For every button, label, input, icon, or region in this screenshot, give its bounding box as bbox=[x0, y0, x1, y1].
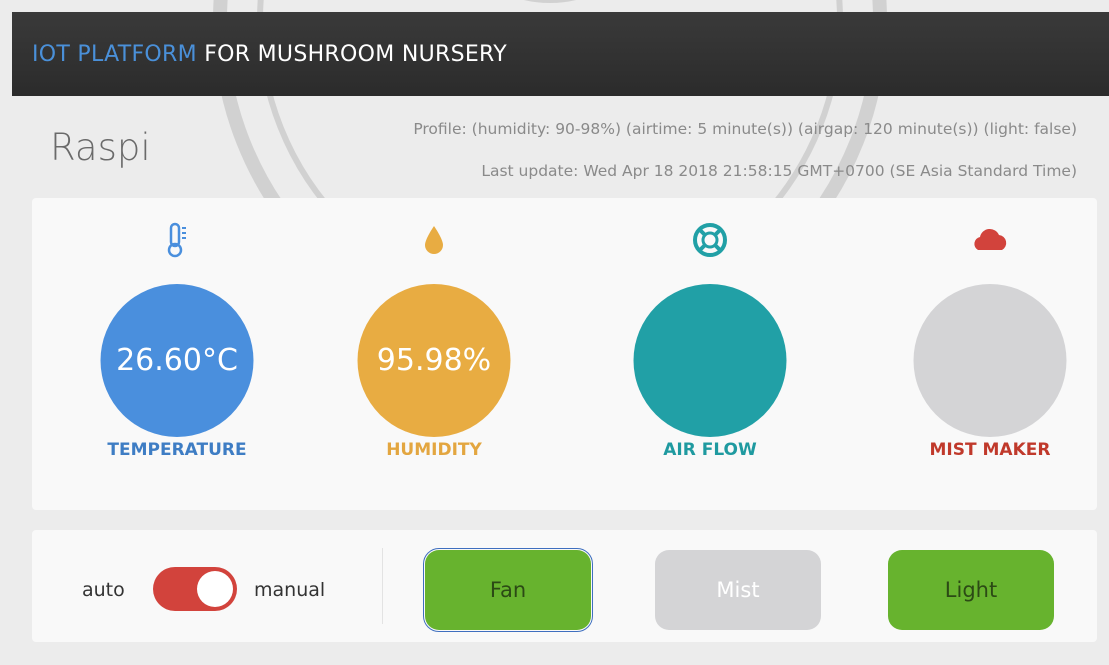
sensor-mist-maker: MIST MAKER bbox=[870, 198, 1109, 510]
mode-manual-label: manual bbox=[254, 579, 326, 601]
device-name: Raspi bbox=[50, 126, 151, 169]
airflow-gauge bbox=[633, 284, 787, 437]
last-update: Last update: Wed Apr 18 2018 21:58:15 GM… bbox=[481, 162, 1077, 180]
mist-maker-label: MIST MAKER bbox=[929, 440, 1051, 460]
life-ring-icon bbox=[693, 223, 727, 257]
light-button[interactable]: Light bbox=[888, 550, 1054, 630]
divider bbox=[382, 548, 383, 624]
fan-button[interactable]: Fan bbox=[423, 548, 593, 632]
app-title-accent: IOT PLATFORM bbox=[32, 41, 197, 67]
temperature-gauge: 26.60°C bbox=[100, 284, 254, 437]
mist-button[interactable]: Mist bbox=[655, 550, 821, 630]
temperature-label: TEMPERATURE bbox=[107, 440, 247, 460]
control-panel: auto manual Fan Mist Light bbox=[32, 530, 1097, 642]
sensor-panel: 26.60°C TEMPERATURE 95.98% HUMIDITY AIR … bbox=[32, 198, 1097, 510]
profile-info: Profile: (humidity: 90-98%) (airtime: 5 … bbox=[413, 120, 1077, 138]
mode-auto-label: auto bbox=[82, 579, 125, 601]
mode-toggle[interactable] bbox=[153, 567, 237, 611]
humidity-label: HUMIDITY bbox=[386, 440, 482, 460]
app-title-rest: FOR MUSHROOM NURSERY bbox=[204, 41, 507, 67]
app-header: IOT PLATFORM FOR MUSHROOM NURSERY bbox=[12, 12, 1109, 96]
humidity-gauge: 95.98% bbox=[357, 284, 511, 437]
cloud-icon bbox=[974, 228, 1007, 250]
sensor-temperature: 26.60°C TEMPERATURE bbox=[57, 198, 297, 510]
app-title: IOT PLATFORM FOR MUSHROOM NURSERY bbox=[32, 42, 507, 67]
mist-maker-gauge bbox=[913, 284, 1067, 437]
thermometer-icon bbox=[167, 222, 186, 258]
water-drop-icon bbox=[425, 226, 443, 254]
sensor-airflow: AIR FLOW bbox=[590, 198, 830, 510]
sensor-humidity: 95.98% HUMIDITY bbox=[314, 198, 554, 510]
toggle-knob bbox=[197, 571, 233, 607]
airflow-label: AIR FLOW bbox=[663, 440, 757, 460]
